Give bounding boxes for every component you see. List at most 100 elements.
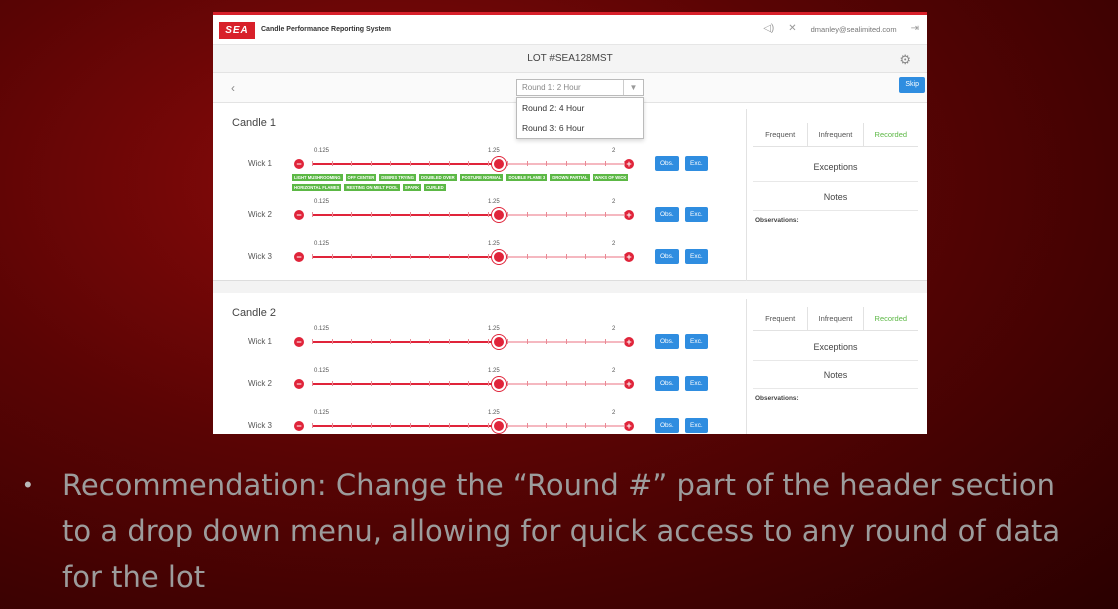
sea-logo: SEA [219,22,255,39]
round-option[interactable]: Round 2: 4 Hour [517,98,643,118]
plus-icon[interactable]: + [624,159,634,169]
candle-2-section: Candle 2 Frequent Infrequent Recorded Ex… [213,293,927,434]
tab-recorded[interactable]: Recorded [864,307,918,330]
obs-button[interactable]: Obs. [655,156,679,171]
slider-fill [312,383,500,385]
minus-icon[interactable]: − [294,159,304,169]
minus-icon[interactable]: − [294,210,304,220]
skip-button[interactable]: Skip [899,77,925,93]
chevron-down-icon[interactable]: ▼ [623,80,643,95]
slider-tick [468,381,469,386]
slider-tick [487,339,489,344]
slider-tick [604,381,606,386]
slider-tick [468,423,469,428]
tab-strip: Frequent Infrequent Recorded [753,123,918,147]
tag[interactable]: DOUBLED OVER [418,174,457,181]
slider-tick [370,254,372,259]
exc-button[interactable]: Exc. [685,418,708,433]
user-email[interactable]: dmanley@sealimited.com [811,25,897,34]
scale-mid-label: 1.25 [488,326,500,332]
lot-title: LOT #SEA128MST [527,53,613,64]
tag[interactable]: CURLED [424,184,446,191]
slider-tick [312,381,313,386]
plus-icon[interactable]: + [624,210,634,220]
minus-icon[interactable]: − [294,421,304,431]
tag[interactable]: OFF CENTER [345,174,377,181]
tab-infrequent[interactable]: Infrequent [808,307,864,330]
tools-icon[interactable]: ✕ [788,24,796,34]
slider-handle[interactable] [492,157,507,171]
slider-handle[interactable] [492,208,507,222]
plus-icon[interactable]: + [624,379,634,389]
tag[interactable]: WAKS OF WICK [592,174,629,181]
slider-tick [565,423,567,428]
tag[interactable]: DOUBLE FLAME 3 [506,174,548,181]
slider-tick [624,339,625,344]
exc-button[interactable]: Exc. [685,334,708,349]
slider-tick [390,339,391,344]
exceptions-panel[interactable]: Exceptions [753,333,918,361]
slider-handle[interactable] [492,335,507,349]
exc-button[interactable]: Exc. [685,376,708,391]
slider-tick [507,381,508,386]
tab-frequent[interactable]: Frequent [753,307,809,330]
tag[interactable]: POSTURE NORMAL [459,174,504,181]
obs-button[interactable]: Obs. [655,334,679,349]
logout-icon[interactable]: ⇥ [911,24,919,34]
slider-handle[interactable] [492,377,507,391]
exc-button[interactable]: Exc. [685,156,708,171]
scale-min-label: 0.125 [314,148,330,154]
tag[interactable]: LIGHT MUSHROOMING [292,174,343,181]
slider-tick [624,423,625,428]
obs-button[interactable]: Obs. [655,207,679,222]
tag[interactable]: RESTING ON MELT POOL [344,184,400,191]
scale-max-label: 2 [612,148,616,154]
minus-icon[interactable]: − [294,379,304,389]
plus-icon[interactable]: + [624,337,634,347]
slider-tick [351,161,352,166]
slider-tick [507,161,508,166]
slider-tick [351,423,352,428]
exc-button[interactable]: Exc. [685,207,708,222]
slider-tick [546,423,547,428]
back-chevron-icon[interactable]: ‹ [231,81,235,95]
notes-panel[interactable]: Notes [753,362,918,389]
slider-handle[interactable] [492,419,507,433]
plus-icon[interactable]: + [624,421,634,431]
tag[interactable]: DROWN PARTIAL [550,174,590,181]
minus-icon[interactable]: − [294,337,304,347]
minus-icon[interactable]: − [294,252,304,262]
slider-tick [331,381,333,386]
slider-tick [312,212,313,217]
slider-tick [546,212,547,217]
obs-button[interactable]: Obs. [655,376,679,391]
tab-recorded[interactable]: Recorded [864,123,918,146]
exc-button[interactable]: Exc. [685,249,708,264]
tag[interactable]: SPARK [402,184,422,191]
observations-label: Observations: [755,217,799,224]
tab-infrequent[interactable]: Infrequent [808,123,864,146]
slider-tick [468,161,469,166]
tab-frequent[interactable]: Frequent [753,123,809,146]
plus-icon[interactable]: + [624,252,634,262]
scale-max-label: 2 [612,241,616,247]
slider-handle[interactable] [492,250,507,264]
notes-panel[interactable]: Notes [753,183,918,211]
round-option[interactable]: Round 3: 6 Hour [517,118,643,138]
slider-tick [546,254,547,259]
slider-tick [624,212,625,217]
slider-tick [370,381,372,386]
slider-tick [351,212,352,217]
round-select[interactable]: Round 1: 2 Hour ▼ [516,79,644,96]
tag[interactable]: HORIZONTAL FLAMES [292,184,342,191]
tag[interactable]: DEBRIS TRYING [379,174,416,181]
slider-tick [409,339,411,344]
obs-button[interactable]: Obs. [655,418,679,433]
exceptions-panel[interactable]: Exceptions [753,152,918,182]
obs-button[interactable]: Obs. [655,249,679,264]
gear-icon[interactable]: ⚙ [899,52,911,68]
speaker-icon[interactable]: ◁) [763,24,774,34]
slider-tick [468,254,469,259]
slider-tick [604,161,606,166]
slider-tick [546,339,547,344]
